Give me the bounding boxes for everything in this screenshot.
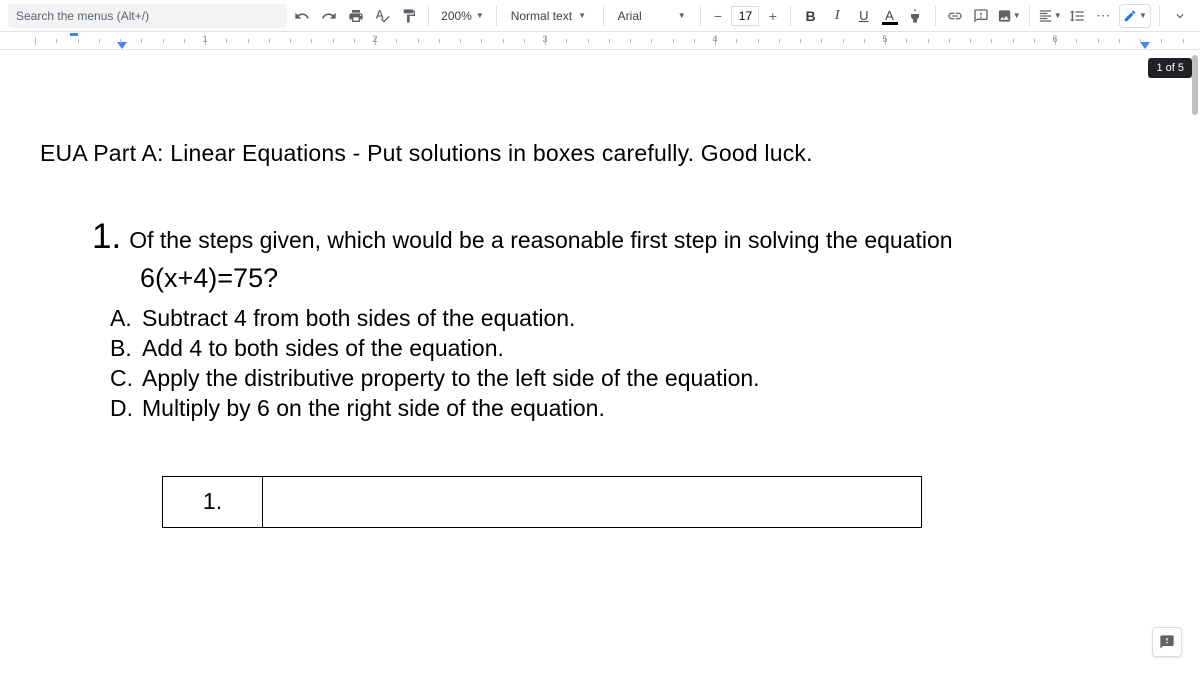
redo-icon[interactable] <box>318 4 341 28</box>
separator <box>935 6 936 26</box>
choice-item[interactable]: C.Apply the distributive property to the… <box>110 364 1160 394</box>
paragraph-style-dropdown[interactable]: Normal text ▼ <box>505 9 595 23</box>
left-indent-marker[interactable] <box>117 42 127 49</box>
choice-text: Multiply by 6 on the right side of the e… <box>142 395 605 421</box>
question-number[interactable]: 1. <box>92 217 121 257</box>
align-icon[interactable]: ▼ <box>1038 4 1062 28</box>
explore-button[interactable] <box>1152 627 1182 657</box>
highlight-button[interactable] <box>904 4 927 28</box>
question-equation[interactable]: 6(x+4)=75? <box>140 263 1160 294</box>
font-size-input[interactable] <box>731 6 759 26</box>
paint-format-icon[interactable] <box>398 4 421 28</box>
print-icon[interactable] <box>344 4 367 28</box>
ruler-number: 4 <box>712 34 717 44</box>
ruler-number: 3 <box>542 34 547 44</box>
spellcheck-icon[interactable] <box>371 4 394 28</box>
answer-box[interactable]: 1. <box>162 476 922 528</box>
chevron-down-icon: ▼ <box>476 11 484 20</box>
separator <box>700 6 701 26</box>
choice-text: Subtract 4 from both sides of the equati… <box>142 305 575 331</box>
ruler[interactable]: 1 2 3 4 5 6 <box>0 32 1200 50</box>
ruler-number: 2 <box>372 34 377 44</box>
editing-mode-button[interactable]: ▼ <box>1119 4 1151 28</box>
link-icon[interactable] <box>943 4 966 28</box>
collapse-toolbar-icon[interactable] <box>1168 4 1192 28</box>
choice-label: D. <box>110 394 142 424</box>
search-placeholder: Search the menus (Alt+/) <box>16 9 149 23</box>
ruler-number: 1 <box>202 34 207 44</box>
choice-text: Apply the distributive property to the l… <box>142 365 760 391</box>
chevron-down-icon: ▼ <box>1054 11 1062 20</box>
chevron-down-icon: ▼ <box>1139 11 1147 20</box>
scrollbar-thumb[interactable] <box>1192 55 1198 115</box>
choice-item[interactable]: B.Add 4 to both sides of the equation. <box>110 334 1160 364</box>
choice-item[interactable]: D.Multiply by 6 on the right side of the… <box>110 394 1160 424</box>
answer-box-input[interactable] <box>263 477 921 527</box>
underline-button[interactable]: U <box>853 4 876 28</box>
line-spacing-icon[interactable] <box>1066 4 1089 28</box>
ruler-number: 5 <box>882 34 887 44</box>
undo-icon[interactable] <box>291 4 314 28</box>
document-page: EUA Part A: Linear Equations - Put solut… <box>0 50 1200 548</box>
question-block: 1. Of the steps given, which would be a … <box>40 217 1160 528</box>
separator <box>428 6 429 26</box>
font-value: Arial <box>618 9 642 23</box>
question-prompt[interactable]: Of the steps given, which would be a rea… <box>129 227 952 254</box>
text-color-bar <box>882 22 898 25</box>
italic-button[interactable]: I <box>826 4 849 28</box>
image-icon[interactable]: ▼ <box>997 4 1021 28</box>
text-color-letter: A <box>885 10 894 22</box>
ruler-number: 6 <box>1052 34 1057 44</box>
comment-icon[interactable] <box>970 4 993 28</box>
font-dropdown[interactable]: Arial ▼ <box>612 9 692 23</box>
choice-text: Add 4 to both sides of the equation. <box>142 335 504 361</box>
first-line-indent-marker[interactable] <box>70 33 78 36</box>
page-counter: 1 of 5 <box>1148 58 1192 78</box>
zoom-value: 200% <box>441 9 472 23</box>
separator <box>496 6 497 26</box>
answer-box-label: 1. <box>163 477 263 527</box>
font-size-decrease[interactable]: − <box>709 6 728 26</box>
chevron-down-icon: ▼ <box>1013 11 1021 20</box>
more-icon[interactable]: ⋯ <box>1092 4 1115 28</box>
choice-label: B. <box>110 334 142 364</box>
document-title[interactable]: EUA Part A: Linear Equations - Put solut… <box>40 140 1160 167</box>
chevron-down-icon: ▼ <box>678 11 686 20</box>
paragraph-style-value: Normal text <box>511 9 572 23</box>
right-indent-marker[interactable] <box>1140 42 1150 49</box>
separator <box>1029 6 1030 26</box>
separator <box>1159 6 1160 26</box>
toolbar: Search the menus (Alt+/) 200% ▼ Normal t… <box>0 0 1200 32</box>
separator <box>790 6 791 26</box>
choice-label: A. <box>110 304 142 334</box>
menu-search[interactable]: Search the menus (Alt+/) <box>8 4 287 28</box>
choice-label: C. <box>110 364 142 394</box>
zoom-dropdown[interactable]: 200% ▼ <box>437 9 488 23</box>
text-color-button[interactable]: A <box>879 5 900 27</box>
bold-button[interactable]: B <box>799 4 822 28</box>
font-size-increase[interactable]: + <box>763 6 782 26</box>
chevron-down-icon: ▼ <box>578 11 586 20</box>
choice-item[interactable]: A.Subtract 4 from both sides of the equa… <box>110 304 1160 334</box>
separator <box>603 6 604 26</box>
